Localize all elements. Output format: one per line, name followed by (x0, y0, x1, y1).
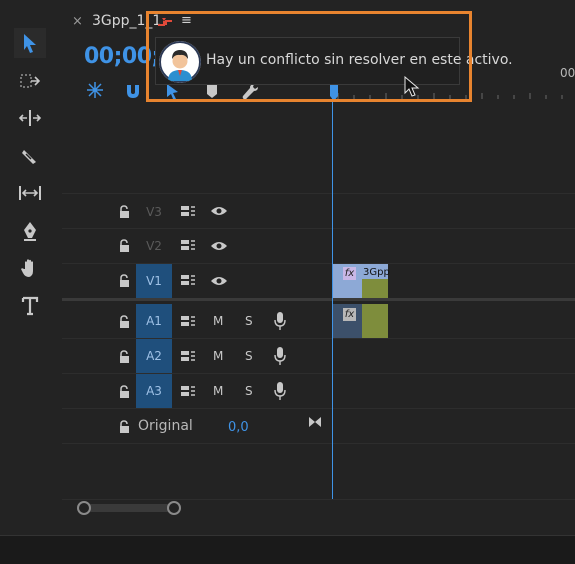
zoom-handle-right[interactable] (167, 501, 181, 515)
sync-lock-icon[interactable] (180, 349, 196, 367)
ripple-edit-icon[interactable] (14, 103, 46, 133)
type-tool-icon[interactable] (14, 291, 46, 321)
hand-tool-icon[interactable] (14, 253, 46, 283)
zoom-handle-left[interactable] (77, 501, 91, 515)
eye-icon[interactable] (210, 275, 228, 291)
audio-clip[interactable]: fx (333, 304, 388, 338)
microphone-icon[interactable] (274, 381, 286, 405)
track-label-active[interactable]: A2 (136, 339, 172, 373)
master-volume-value[interactable]: 0,0 (228, 420, 249, 435)
audio-waveform-block (362, 304, 388, 338)
pen-tool-icon[interactable] (14, 216, 46, 246)
lock-icon[interactable] (118, 419, 132, 433)
track-label-active[interactable]: A3 (136, 374, 172, 408)
clip-thumbnail (362, 279, 388, 298)
lock-icon[interactable] (118, 384, 132, 398)
nest-toggle-icon[interactable] (86, 81, 104, 103)
bottom-status-bar (0, 535, 575, 564)
microphone-icon[interactable] (274, 346, 286, 370)
track-label[interactable]: V3 (136, 195, 172, 229)
mouse-cursor-icon (404, 75, 420, 102)
eye-icon[interactable] (210, 240, 228, 256)
clip-name: 3Gpp (363, 267, 390, 278)
solo-button[interactable]: S (245, 314, 253, 328)
slip-tool-icon[interactable] (14, 178, 46, 208)
track-label-active[interactable]: V1 (136, 264, 172, 298)
microphone-icon[interactable] (274, 311, 286, 335)
track-select-forward-icon[interactable] (14, 66, 46, 96)
snap-magnet-icon[interactable] (124, 82, 142, 104)
razor-tool-icon[interactable] (14, 141, 46, 171)
zoom-scrollbar[interactable] (82, 504, 174, 512)
lock-icon[interactable] (118, 273, 132, 287)
solo-button[interactable]: S (245, 384, 253, 398)
mute-button[interactable]: M (213, 314, 223, 328)
solo-button[interactable]: S (245, 349, 253, 363)
tools-panel (0, 0, 63, 535)
lock-icon[interactable] (118, 238, 132, 252)
playhead-line[interactable] (332, 86, 333, 499)
sync-lock-icon[interactable] (180, 314, 196, 332)
track-label-active[interactable]: A1 (136, 304, 172, 338)
video-clip[interactable]: fx 3Gpp (333, 264, 390, 298)
lock-icon[interactable] (118, 204, 132, 218)
mute-button[interactable]: M (213, 349, 223, 363)
lock-icon[interactable] (118, 314, 132, 328)
ruler-timecode-label: 00 (560, 66, 575, 80)
sync-lock-icon[interactable] (180, 384, 196, 402)
eye-icon[interactable] (210, 205, 228, 221)
fx-badge: fx (343, 267, 356, 280)
highlight-frame (146, 11, 472, 102)
sync-lock-icon[interactable] (180, 273, 196, 291)
fx-badge: fx (343, 308, 356, 321)
lock-icon[interactable] (118, 349, 132, 363)
close-tab-icon[interactable]: × (72, 14, 83, 29)
mute-button[interactable]: M (213, 384, 223, 398)
track-label[interactable]: V2 (136, 229, 172, 263)
sync-lock-icon[interactable] (180, 204, 196, 222)
selection-tool-icon[interactable] (14, 28, 46, 58)
go-to-in-out-icon[interactable] (308, 414, 322, 433)
sync-lock-icon[interactable] (180, 238, 196, 256)
master-track-label: Original (138, 418, 193, 434)
